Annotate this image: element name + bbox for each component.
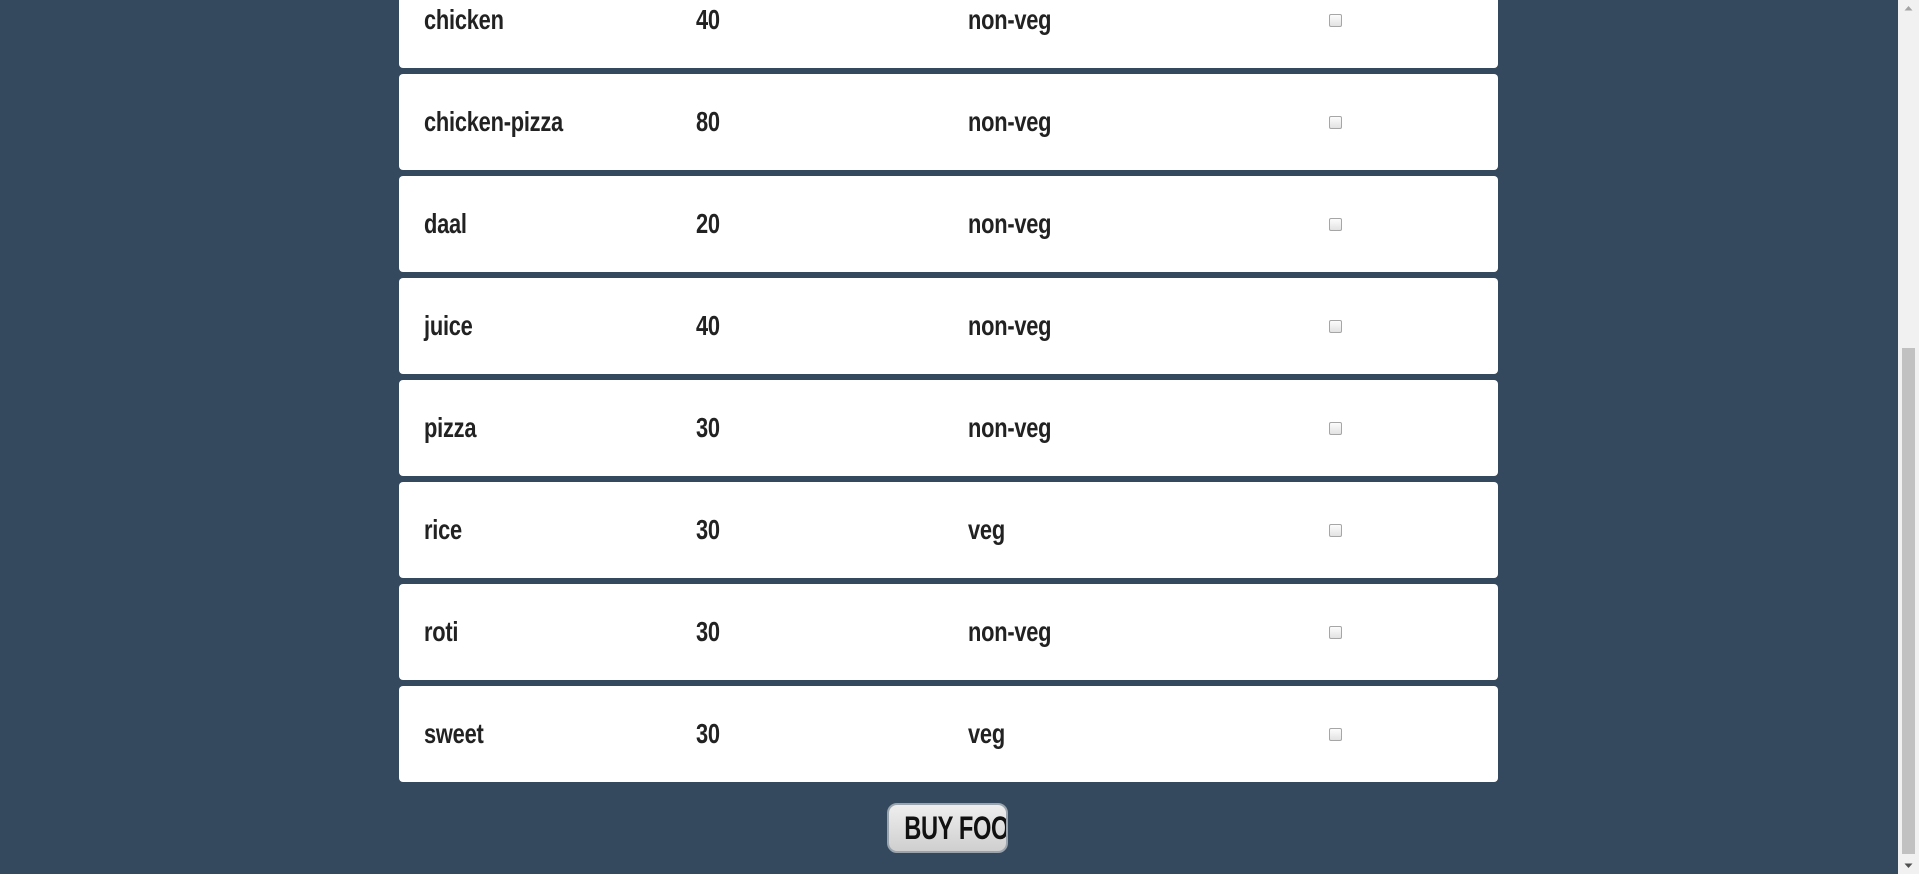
food-row: roti 30 non-veg [399, 584, 1498, 680]
food-price: 30 [696, 616, 720, 647]
food-name: roti [424, 616, 459, 647]
food-price: 40 [696, 310, 720, 341]
food-row: chicken-pizza 80 non-veg [399, 74, 1498, 170]
food-type: non-veg [968, 106, 1052, 137]
food-type: veg [968, 514, 1005, 545]
food-row: juice 40 non-veg [399, 278, 1498, 374]
food-name: rice [424, 514, 462, 545]
food-row: daal 20 non-veg [399, 176, 1498, 272]
food-price: 80 [696, 106, 720, 137]
food-price: 20 [696, 208, 720, 239]
scroll-down-arrow-icon[interactable] [1898, 857, 1919, 874]
food-price: 30 [696, 718, 720, 749]
scroll-thumb[interactable] [1902, 348, 1915, 854]
food-select-checkbox[interactable] [1329, 320, 1342, 333]
food-name: pizza [424, 412, 477, 443]
food-type: non-veg [968, 310, 1052, 341]
food-select-checkbox[interactable] [1329, 116, 1342, 129]
scroll-up-arrow-icon[interactable] [1898, 0, 1919, 17]
food-list: chicken 40 non-veg chicken-pizza 80 non-veg da… [399, 0, 1498, 788]
food-price: 30 [696, 514, 720, 545]
vertical-scrollbar[interactable] [1898, 0, 1919, 874]
food-row: rice 30 veg [399, 482, 1498, 578]
food-select-checkbox[interactable] [1329, 728, 1342, 741]
food-price: 30 [696, 412, 720, 443]
food-select-checkbox[interactable] [1329, 218, 1342, 231]
food-name: juice [424, 310, 473, 341]
food-price: 40 [696, 4, 720, 35]
buy-food-button[interactable]: BUY FOOD [887, 803, 1008, 853]
food-name: chicken-pizza [424, 106, 563, 137]
food-row: chicken 40 non-veg [399, 0, 1498, 68]
food-select-checkbox[interactable] [1329, 524, 1342, 537]
food-row: pizza 30 non-veg [399, 380, 1498, 476]
page-viewport: chicken 40 non-veg chicken-pizza 80 non-veg da… [0, 0, 1898, 874]
food-type: veg [968, 718, 1005, 749]
food-name: chicken [424, 4, 504, 35]
food-name: daal [424, 208, 467, 239]
food-row: sweet 30 veg [399, 686, 1498, 782]
food-select-checkbox[interactable] [1329, 626, 1342, 639]
food-type: non-veg [968, 4, 1052, 35]
buy-food-button-label: BUY FOOD [904, 810, 1008, 846]
food-type: non-veg [968, 412, 1052, 443]
food-select-checkbox[interactable] [1329, 14, 1342, 27]
food-select-checkbox[interactable] [1329, 422, 1342, 435]
food-type: non-veg [968, 208, 1052, 239]
food-type: non-veg [968, 616, 1052, 647]
food-name: sweet [424, 718, 484, 749]
